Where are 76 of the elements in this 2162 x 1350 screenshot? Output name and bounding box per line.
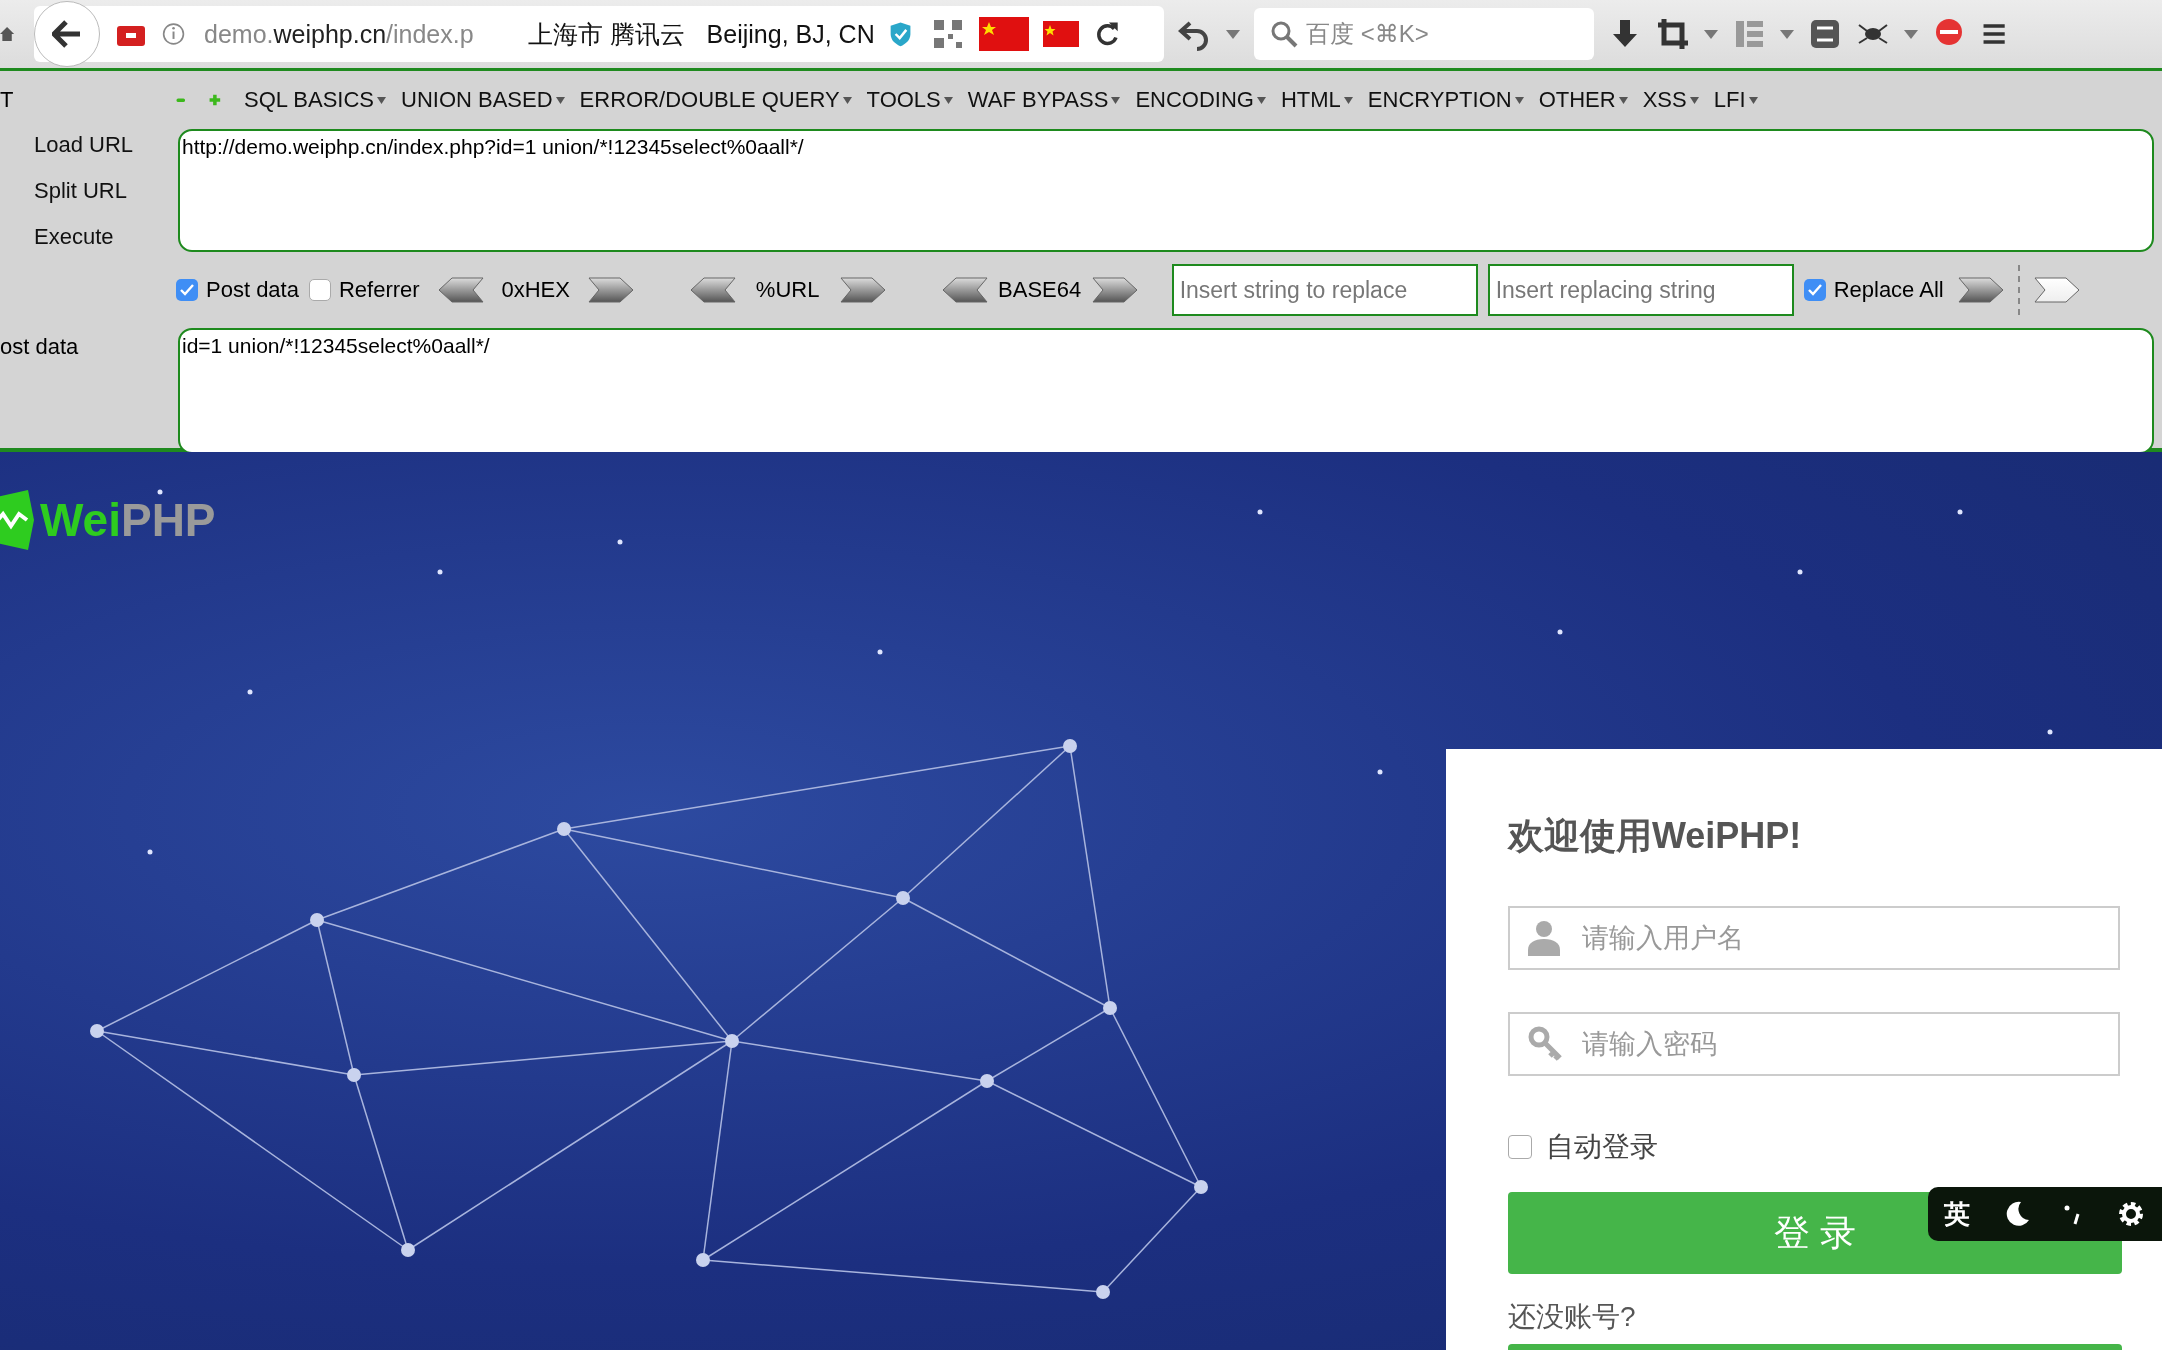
login-title: 欢迎使用WeiPHP! (1508, 814, 1803, 858)
caret-icon (1689, 96, 1699, 104)
action-button[interactable]: Execute (34, 223, 176, 250)
right-arrow-button[interactable] (839, 277, 886, 303)
geo-text: Beijing, BJ, CN (706, 19, 875, 49)
flag-icon (1042, 21, 1079, 47)
checkmark-icon (179, 283, 195, 297)
caret-icon (555, 96, 565, 104)
back-button[interactable] (34, 1, 100, 67)
replace-all-checkbox[interactable] (1803, 279, 1826, 301)
encoder-label: BASE64 (997, 277, 1083, 303)
key-icon (1528, 1026, 1564, 1062)
password-field[interactable]: 请输入密码 (1508, 1012, 2120, 1076)
dropdown-caret-icon[interactable] (1904, 29, 1918, 39)
menu-item[interactable]: UNION BASED (401, 87, 565, 113)
dropdown-caret-icon[interactable] (1780, 29, 1794, 39)
checkbox-label: Referrer (338, 277, 420, 303)
remember-checkbox[interactable] (1508, 1135, 1532, 1159)
right-arrow-button[interactable] (1957, 277, 2004, 303)
label-text: T (0, 86, 15, 114)
caret-icon (943, 96, 953, 104)
action-button[interactable]: Load URL (34, 131, 176, 158)
menu-item[interactable]: OTHER (1538, 87, 1628, 113)
action-button[interactable]: Split URL (34, 177, 176, 204)
checkbox-label: Replace All (1833, 277, 1944, 303)
signup-prompt: 还没账号? (1508, 1300, 1637, 1334)
encoder-label: %URL (754, 277, 821, 303)
menu-item[interactable]: XSS (1642, 87, 1699, 113)
caret-icon (1618, 96, 1628, 104)
caret-icon (1256, 96, 1266, 104)
right-arrow-button[interactable] (1091, 277, 1138, 303)
checkmark-icon (1806, 283, 1823, 297)
right-arrow-button[interactable] (2033, 277, 2080, 303)
caret-icon (842, 96, 852, 104)
caret-icon (1748, 96, 1758, 104)
left-arrow-button[interactable] (941, 277, 988, 303)
caret-icon (377, 96, 386, 104)
logo-icon (0, 490, 34, 550)
remember-label: 自动登录 (1546, 1130, 1658, 1164)
label-text: ost data (0, 334, 80, 361)
right-arrow-button[interactable] (587, 277, 634, 303)
left-arrow-button[interactable] (689, 277, 736, 303)
menu-item[interactable]: LFI (1713, 87, 1758, 113)
referrer-checkbox[interactable] (308, 279, 331, 301)
username-field[interactable]: 请输入用户名 (1508, 906, 2120, 970)
dropdown-caret-icon[interactable] (1226, 29, 1240, 39)
post-data-checkbox[interactable] (176, 279, 198, 301)
url-field[interactable]: http://demo.weiphp.cn/index.php?id=1 union/*!12345select%0aall*/ (178, 129, 2154, 252)
dropdown-caret-icon[interactable] (1704, 29, 1718, 39)
caret-icon (1514, 96, 1524, 104)
flag-icon (978, 17, 1029, 51)
checkbox-label: Post data (206, 277, 299, 303)
caret-icon (1343, 96, 1353, 104)
ime-mode-text[interactable]: 英 (1944, 1196, 1971, 1232)
left-arrow-button[interactable] (437, 277, 484, 303)
location-text: 上海市 腾讯云 (527, 18, 685, 50)
menu-item[interactable]: WAF BYPASS (967, 87, 1121, 113)
user-icon (1528, 920, 1560, 956)
encoder-label: 0xHEX (500, 277, 571, 303)
menu-item[interactable]: ENCODING (1135, 87, 1266, 113)
replace-field[interactable]: Insert replacing string (1487, 264, 1794, 316)
search-icon (1270, 20, 1298, 48)
replace-field[interactable]: Insert string to replace (1171, 264, 1478, 316)
menu-item[interactable]: HTML (1280, 87, 1353, 113)
menu-item[interactable]: ERROR/DOUBLE QUERY (579, 87, 852, 113)
ime-status-menu[interactable]: 英 (1928, 1187, 2162, 1241)
crop-icon[interactable] (1656, 17, 1690, 51)
menu-item[interactable]: SQL BASICS (244, 87, 386, 113)
caret-icon (1111, 96, 1121, 104)
search-field[interactable]: 百度 <⌘K> (1254, 8, 1594, 60)
menu-item[interactable]: TOOLS (866, 87, 953, 113)
url-text[interactable]: demo.weiphp.cn/index.p (204, 19, 474, 49)
post-data-field[interactable]: id=1 union/*!12345select%0aall*/ (178, 328, 2154, 454)
logo-text: WeiPHP (40, 493, 216, 547)
back-arrow-icon (52, 20, 82, 48)
menu-item[interactable]: ENCRYPTION (1367, 87, 1524, 113)
